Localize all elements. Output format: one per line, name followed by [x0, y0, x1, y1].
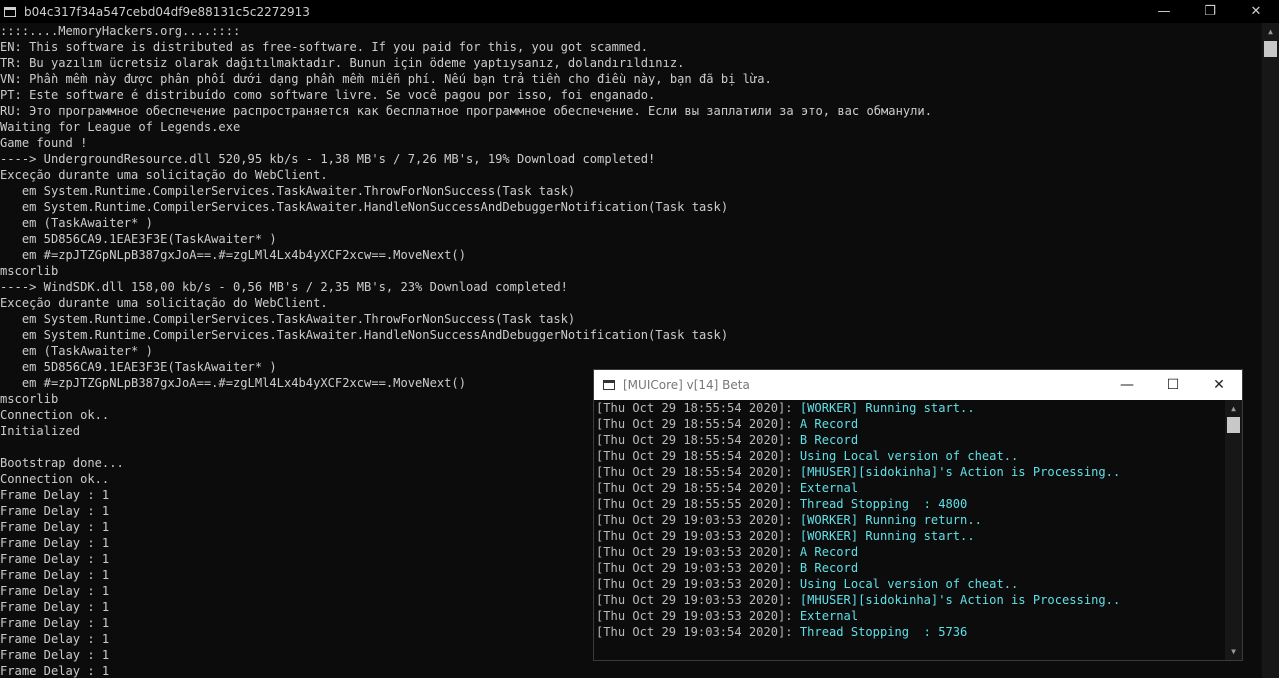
muicore-app-icon [603, 380, 615, 390]
maximize-button[interactable]: ❐ [1187, 0, 1233, 23]
muicore-title-bar[interactable]: [MUICore] v[14] Beta — ☐ ✕ [594, 370, 1242, 400]
log-message: Thread Stopping : 5736 [799, 625, 968, 639]
log-line: [Thu Oct 29 19:03:53 2020]: Using Local … [596, 576, 1226, 592]
log-message: B Record [799, 433, 859, 447]
close-button[interactable]: ✕ [1233, 0, 1279, 23]
log-message: B Record [799, 561, 859, 575]
console-line: EN: This software is distributed as free… [0, 40, 649, 54]
muicore-minimize-button[interactable]: — [1104, 370, 1150, 400]
console-line: ::::....MemoryHackers.org....:::: [0, 24, 241, 38]
log-timestamp: [Thu Oct 29 19:03:53 2020]: [596, 529, 800, 543]
log-timestamp: [Thu Oct 29 18:55:54 2020]: [596, 417, 800, 431]
console-scrollbar[interactable]: ▲ [1262, 23, 1279, 678]
log-message: Using Local version of cheat.. [799, 449, 1019, 463]
console-line: ----> WindSDK.dll 158,00 kb/s - 0,56 MB'… [0, 280, 568, 294]
muicore-window-title: [MUICore] v[14] Beta [623, 378, 750, 392]
muicore-maximize-button[interactable]: ☐ [1150, 370, 1196, 400]
muicore-log-output[interactable]: [Thu Oct 29 18:55:54 2020]: [WORKER] Run… [596, 400, 1226, 660]
log-line: [Thu Oct 29 19:03:53 2020]: B Record [596, 560, 1226, 576]
log-timestamp: [Thu Oct 29 19:03:54 2020]: [596, 625, 800, 639]
console-line: em (TaskAwaiter* ) [0, 344, 153, 358]
console-line: em System.Runtime.CompilerServices.TaskA… [0, 328, 729, 342]
log-timestamp: [Thu Oct 29 18:55:54 2020]: [596, 433, 800, 447]
muicore-window[interactable]: [MUICore] v[14] Beta — ☐ ✕ [Thu Oct 29 1… [593, 369, 1243, 661]
console-line: Frame Delay : 1 [0, 664, 110, 678]
log-line: [Thu Oct 29 19:03:53 2020]: External [596, 608, 1226, 624]
log-message: Thread Stopping : 4800 [799, 497, 968, 511]
log-message: [MHUSER][sidokinha]'s Action is Processi… [799, 465, 1121, 479]
muicore-close-button[interactable]: ✕ [1196, 370, 1242, 400]
log-timestamp: [Thu Oct 29 19:03:53 2020]: [596, 609, 800, 623]
minimize-button[interactable]: — [1141, 0, 1187, 23]
console-line: RU: Это программное обеспечение распрост… [0, 104, 932, 118]
console-line: VN: Phần mềm này được phân phối dưới dạn… [0, 72, 772, 86]
log-timestamp: [Thu Oct 29 18:55:54 2020]: [596, 401, 800, 415]
log-line: [Thu Oct 29 18:55:54 2020]: [WORKER] Run… [596, 400, 1226, 416]
console-line: em System.Runtime.CompilerServices.TaskA… [0, 184, 576, 198]
log-line: [Thu Oct 29 19:03:53 2020]: [MHUSER][sid… [596, 592, 1226, 608]
log-message: External [799, 481, 859, 495]
console-line: em (TaskAwaiter* ) [0, 216, 153, 230]
console-line: em System.Runtime.CompilerServices.TaskA… [0, 312, 576, 326]
console-line: em System.Runtime.CompilerServices.TaskA… [0, 200, 729, 214]
log-line: [Thu Oct 29 19:03:53 2020]: A Record [596, 544, 1226, 560]
scroll-up-arrow-icon[interactable]: ▲ [1262, 23, 1279, 40]
log-timestamp: [Thu Oct 29 18:55:54 2020]: [596, 449, 800, 463]
log-line: [Thu Oct 29 18:55:55 2020]: Thread Stopp… [596, 496, 1226, 512]
log-line: [Thu Oct 29 18:55:54 2020]: A Record [596, 416, 1226, 432]
log-message: A Record [799, 417, 859, 431]
main-window-title: b04c317f34a547cebd04df9e88131c5c2272913 [24, 4, 310, 19]
log-line: [Thu Oct 29 18:55:54 2020]: [MHUSER][sid… [596, 464, 1226, 480]
muicore-scroll-up-arrow-icon[interactable]: ▲ [1225, 400, 1242, 417]
muicore-scroll-down-arrow-icon[interactable]: ▼ [1225, 643, 1242, 660]
console-line: em #=zpJTZGpNLpB387gxJoA==.#=zgLMl4Lx4b4… [0, 248, 466, 262]
console-line: em 5D856CA9.1EAE3F3E(TaskAwaiter* ) [0, 232, 277, 246]
log-line: [Thu Oct 29 19:03:53 2020]: [WORKER] Run… [596, 512, 1226, 528]
log-line: [Thu Oct 29 18:55:54 2020]: External [596, 480, 1226, 496]
log-message: [WORKER] Running return.. [799, 513, 982, 527]
log-timestamp: [Thu Oct 29 18:55:54 2020]: [596, 465, 800, 479]
log-timestamp: [Thu Oct 29 18:55:54 2020]: [596, 481, 800, 495]
log-line: [Thu Oct 29 18:55:54 2020]: B Record [596, 432, 1226, 448]
log-timestamp: [Thu Oct 29 19:03:53 2020]: [596, 545, 800, 559]
log-timestamp: [Thu Oct 29 19:03:53 2020]: [596, 561, 800, 575]
log-timestamp: [Thu Oct 29 19:03:53 2020]: [596, 513, 800, 527]
log-timestamp: [Thu Oct 29 19:03:53 2020]: [596, 577, 800, 591]
console-app-icon [4, 6, 16, 17]
console-line: PT: Este software é distribuído como sof… [0, 88, 656, 102]
console-line: Game found ! [0, 136, 88, 150]
console-line: TR: Bu yazılım ücretsiz olarak dağıtılma… [0, 56, 685, 70]
console-line: ----> UndergroundResource.dll 520,95 kb/… [0, 152, 656, 166]
log-message: A Record [799, 545, 859, 559]
console-line: mscorlib [0, 264, 59, 278]
log-message: [WORKER] Running start.. [799, 529, 975, 543]
console-line: Exceção durante uma solicitação do WebCl… [0, 296, 328, 310]
main-title-bar[interactable]: b04c317f34a547cebd04df9e88131c5c2272913 … [0, 0, 1279, 23]
log-line: [Thu Oct 29 18:55:54 2020]: Using Local … [596, 448, 1226, 464]
scroll-thumb[interactable] [1264, 41, 1277, 57]
log-timestamp: [Thu Oct 29 19:03:53 2020]: [596, 593, 800, 607]
muicore-scroll-thumb[interactable] [1227, 417, 1240, 433]
log-timestamp: [Thu Oct 29 18:55:55 2020]: [596, 497, 800, 511]
log-message: [WORKER] Running start.. [799, 401, 975, 415]
log-message: [MHUSER][sidokinha]'s Action is Processi… [799, 593, 1121, 607]
log-line: [Thu Oct 29 19:03:54 2020]: Thread Stopp… [596, 624, 1226, 640]
muicore-scrollbar[interactable]: ▲ ▼ [1225, 400, 1242, 660]
console-line: Waiting for League of Legends.exe [0, 120, 241, 134]
console-line: Exceção durante uma solicitação do WebCl… [0, 168, 328, 182]
log-line: [Thu Oct 29 19:03:53 2020]: [WORKER] Run… [596, 528, 1226, 544]
log-message: External [799, 609, 859, 623]
log-message: Using Local version of cheat.. [799, 577, 1019, 591]
